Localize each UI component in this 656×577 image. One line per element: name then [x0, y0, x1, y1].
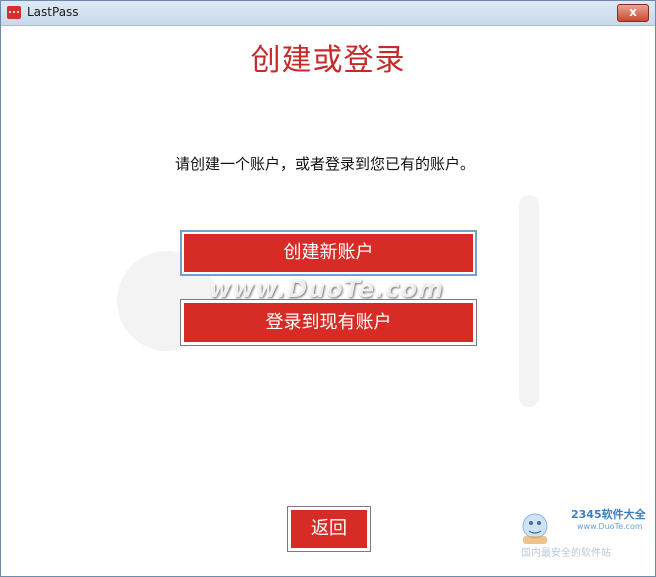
close-button[interactable]: x: [617, 4, 649, 22]
app-window: LastPass x 创建或登录 请创建一个账户，或者登录到您已有的账户。 创建…: [0, 0, 656, 577]
corner-url-text: www.DuoTe.com: [577, 522, 643, 531]
back-button[interactable]: 返回: [287, 506, 371, 552]
instruction-text: 请创建一个账户，或者登录到您已有的账户。: [174, 155, 475, 173]
corner-brand-text: 2345软件大全: [571, 508, 646, 521]
login-existing-account-button[interactable]: 登录到现有账户: [180, 299, 477, 346]
lastpass-logo-icon: [7, 6, 21, 19]
page-title: 创建或登录: [250, 43, 406, 78]
title-bar[interactable]: LastPass x: [1, 1, 655, 26]
background-pill-decoration: [519, 195, 539, 407]
corner-slogan-text: 国内最安全的软件站: [521, 548, 611, 559]
create-account-button[interactable]: 创建新账户: [180, 230, 477, 276]
window-title: LastPass: [27, 5, 79, 19]
